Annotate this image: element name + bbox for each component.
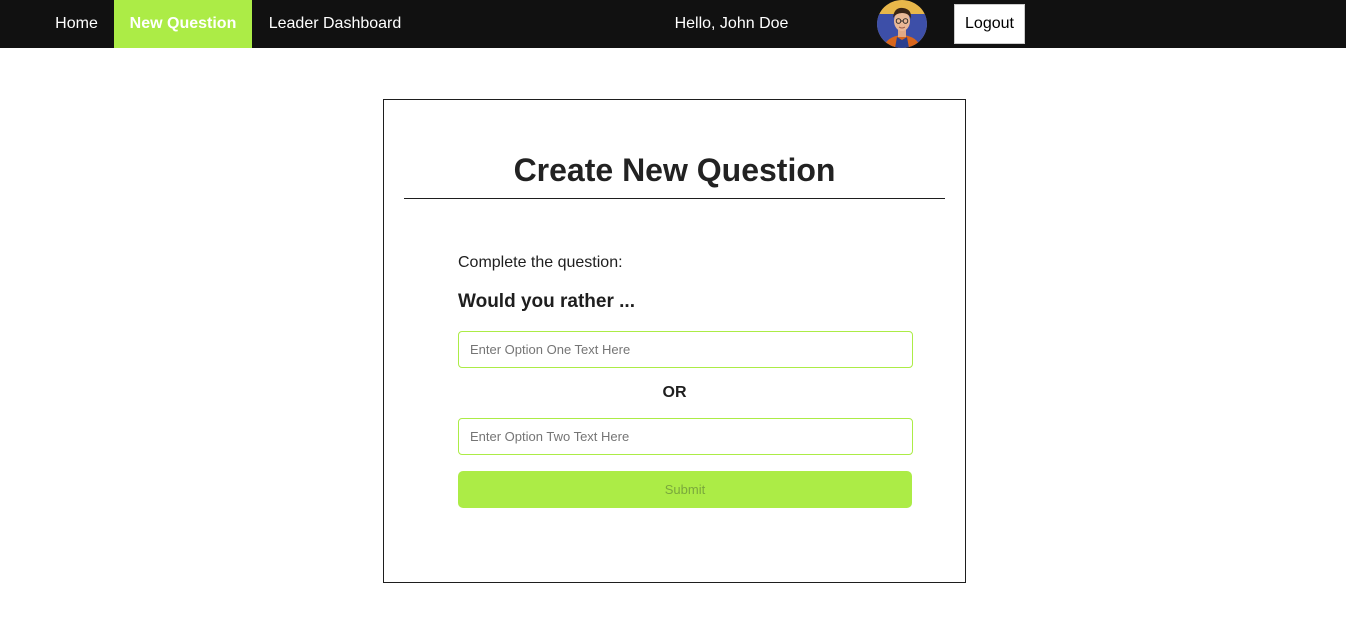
page-title: Create New Question bbox=[513, 152, 836, 188]
nav-new-question-link[interactable]: New Question bbox=[114, 0, 252, 48]
or-separator: OR bbox=[662, 384, 687, 401]
user-avatar-icon bbox=[877, 0, 927, 48]
logout-button[interactable]: Logout bbox=[954, 4, 1025, 44]
question-lead: Would you rather ... bbox=[458, 291, 635, 312]
option-one-input[interactable] bbox=[458, 331, 913, 368]
title-divider bbox=[404, 198, 945, 199]
avatar-image bbox=[877, 0, 927, 48]
submit-button[interactable]: Submit bbox=[458, 471, 912, 508]
nav-leader-dashboard-link[interactable]: Leader Dashboard bbox=[252, 0, 418, 48]
option-two-input[interactable] bbox=[458, 418, 913, 455]
top-navbar: Home New Question Leader Dashboard Hello… bbox=[0, 0, 1346, 48]
user-greeting: Hello, John Doe bbox=[674, 15, 789, 32]
nav-home-link[interactable]: Home bbox=[39, 0, 114, 48]
new-question-card: Create New Question Complete the questio… bbox=[383, 99, 966, 583]
form-prompt: Complete the question: bbox=[458, 254, 623, 271]
